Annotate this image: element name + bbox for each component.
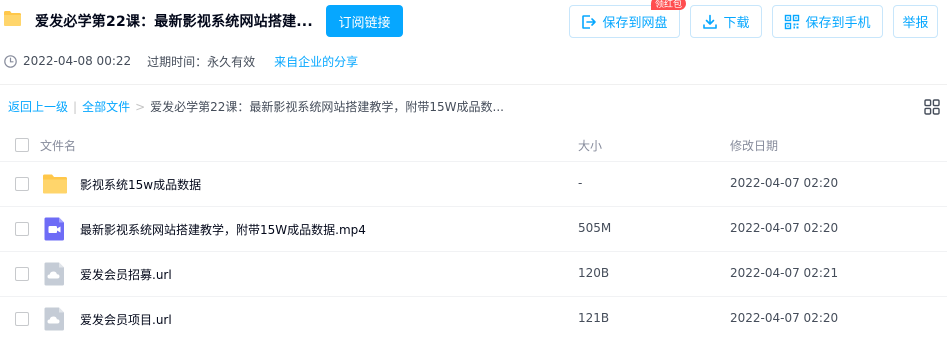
back-link[interactable]: 返回上一级 [8, 98, 68, 115]
save-to-phone-button[interactable]: 保存到手机 [772, 5, 883, 38]
save-to-phone-label: 保存到手机 [805, 16, 871, 31]
qr-code-icon [785, 14, 800, 29]
download-button[interactable]: 下载 [690, 5, 762, 38]
folder-icon [4, 11, 21, 26]
folder-icon [43, 174, 67, 194]
download-icon [703, 14, 718, 29]
divider [0, 84, 947, 85]
table-row[interactable]: 爱发会员招募.url 120B 2022-04-07 02:21 [0, 252, 947, 297]
file-date: 2022-04-07 02:21 [730, 266, 839, 280]
file-size: - [578, 176, 583, 190]
row-checkbox[interactable] [15, 177, 29, 191]
row-checkbox[interactable] [15, 312, 29, 326]
column-header-date[interactable]: 修改日期 [730, 137, 778, 154]
share-meta: 2022-04-08 00:22 过期时间：永久有效 来自企业的分享 [4, 53, 358, 69]
shared-time: 2022-04-08 00:22 [23, 54, 132, 68]
breadcrumb-separator: | [73, 99, 78, 114]
report-button[interactable]: 举报 [893, 5, 938, 38]
file-size: 121B [578, 311, 610, 325]
file-size: 505M [578, 221, 612, 235]
save-cloud-icon [582, 14, 597, 29]
file-name[interactable]: 影视系统15w成品数据 [80, 176, 201, 193]
row-checkbox[interactable] [15, 222, 29, 236]
source-link[interactable]: 来自企业的分享 [274, 53, 358, 70]
table-row[interactable]: 最新影视系统网站搭建教学，附带15W成品数据.mp4 505M 2022-04-… [0, 207, 947, 252]
table-row[interactable]: 爱发会员项目.url 121B 2022-04-07 02:20 [0, 297, 947, 338]
file-date: 2022-04-07 02:20 [730, 176, 839, 190]
file-table-header: 文件名 大小 修改日期 [0, 128, 947, 162]
grid-view-icon[interactable] [924, 99, 940, 115]
breadcrumb-current: 爱发必学第22课：最新影视系统网站搭建教学，附带15W成品数... [150, 100, 504, 114]
row-checkbox[interactable] [15, 267, 29, 281]
file-name[interactable]: 最新影视系统网站搭建教学，附带15W成品数据.mp4 [80, 221, 366, 238]
column-header-name[interactable]: 文件名 [40, 137, 76, 154]
file-name[interactable]: 爱发会员招募.url [80, 266, 172, 283]
subscribe-link-button[interactable]: 订阅链接 [326, 5, 403, 37]
url-file-icon [44, 307, 64, 331]
page-title: 爱发必学第22课：最新影视系统网站搭建... [35, 14, 313, 30]
clock-icon [4, 54, 17, 68]
breadcrumb: 返回上一级 | 全部文件 > 爱发必学第22课：最新影视系统网站搭建教学，附带1… [8, 98, 504, 115]
file-date: 2022-04-07 02:20 [730, 221, 839, 235]
file-date: 2022-04-07 02:20 [730, 311, 839, 325]
all-files-link[interactable]: 全部文件 [82, 98, 130, 115]
video-file-icon [44, 217, 64, 241]
red-packet-badge[interactable]: 领红包 [651, 0, 687, 10]
download-label: 下载 [723, 16, 750, 31]
file-name[interactable]: 爱发会员项目.url [80, 311, 172, 328]
table-row[interactable]: 影视系统15w成品数据 - 2022-04-07 02:20 [0, 162, 947, 207]
column-header-size[interactable]: 大小 [578, 137, 602, 154]
select-all-checkbox[interactable] [15, 138, 29, 152]
share-header: 爱发必学第22课：最新影视系统网站搭建... 订阅链接 保存到网盘 领红包 下载… [0, 0, 947, 44]
save-to-cloud-label: 保存到网盘 [602, 16, 668, 31]
url-file-icon [44, 262, 64, 286]
file-size: 120B [578, 266, 610, 280]
expire-info: 过期时间：永久有效 [147, 54, 256, 69]
breadcrumb-arrow: > [135, 99, 146, 114]
